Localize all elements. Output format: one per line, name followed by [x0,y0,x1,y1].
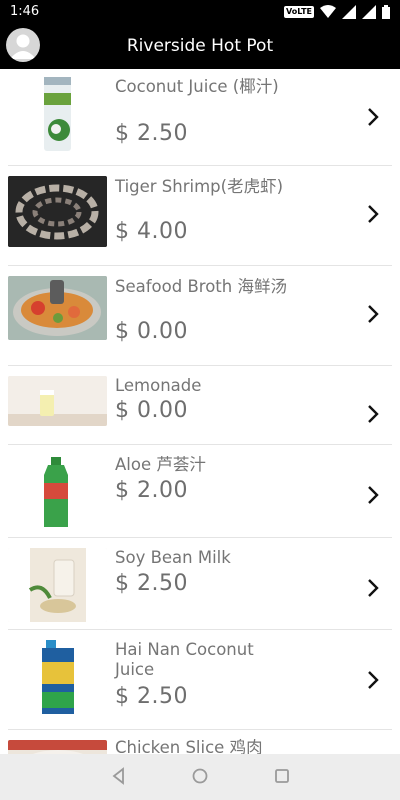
battery-icon [382,5,390,19]
item-name: Tiger Shrimp(老虎虾) [115,177,284,196]
chicken-slice-image [8,740,107,754]
item-price: $ 0.00 [115,398,188,423]
item-name: Coconut Juice (椰汁) [115,77,279,96]
back-icon[interactable] [110,767,128,785]
menu-item-coconut-juice[interactable]: Coconut Juice (椰汁) $ 2.50 [0,69,400,166]
menu-item-chicken-slice[interactable]: Chicken Slice 鸡肉 [0,730,400,754]
soy-bean-milk-image [8,548,107,622]
menu-item-tiger-shrimp[interactable]: Tiger Shrimp(老虎虾) $ 4.00 [0,166,400,266]
app-bar: Riverside Hot Pot [0,24,400,69]
menu-item-lemonade[interactable]: Lemonade $ 0.00 [0,366,400,445]
recents-icon[interactable] [273,767,291,785]
signal-icon-2 [362,5,376,19]
item-name: Soy Bean Milk [115,548,231,567]
chevron-right-icon[interactable] [366,670,380,690]
menu-item-seafood-broth[interactable]: Seafood Broth 海鲜汤 $ 0.00 [0,266,400,366]
status-bar: 1:46 VoLTE [0,0,400,24]
volte-icon: VoLTE [284,6,314,18]
aloe-image [8,457,107,529]
item-price: $ 2.50 [115,684,188,709]
chevron-right-icon[interactable] [366,304,380,324]
item-price: $ 0.00 [115,319,188,344]
chevron-right-icon[interactable] [366,578,380,598]
chevron-right-icon[interactable] [366,107,380,127]
page-title: Riverside Hot Pot [126,36,274,56]
chevron-right-icon[interactable] [366,204,380,224]
menu-item-hai-nan-coconut-juice[interactable]: Hai Nan Coconut Juice $ 2.50 [0,630,400,730]
home-icon[interactable] [191,767,209,785]
tiger-shrimp-image [8,176,107,247]
menu-item-soy-bean-milk[interactable]: Soy Bean Milk $ 2.50 [0,538,400,630]
status-time: 1:46 [10,4,40,19]
wifi-icon [320,5,336,18]
item-name: Chicken Slice 鸡肉 [115,738,263,754]
item-name: Seafood Broth 海鲜汤 [115,277,287,296]
status-icons: VoLTE [284,4,390,20]
coconut-juice-image [8,75,107,153]
seafood-broth-image [8,276,107,340]
hai-nan-coconut-juice-image [8,640,107,716]
menu-item-aloe[interactable]: Aloe 芦荟汁 $ 2.00 [0,445,400,538]
item-name: Hai Nan Coconut Juice [115,640,254,679]
chevron-right-icon[interactable] [366,485,380,505]
menu-list: Coconut Juice (椰汁) $ 2.50 Tiger Shrimp(老… [0,69,400,754]
signal-icon [342,5,356,19]
navigation-bar [0,754,400,800]
item-price: $ 4.00 [115,219,188,244]
lemonade-image [8,376,107,426]
item-price: $ 2.00 [115,478,188,503]
item-price: $ 2.50 [115,121,188,146]
chevron-right-icon[interactable] [366,404,380,424]
item-name: Aloe 芦荟汁 [115,455,206,474]
item-name: Lemonade [115,376,202,395]
item-price: $ 2.50 [115,571,188,596]
